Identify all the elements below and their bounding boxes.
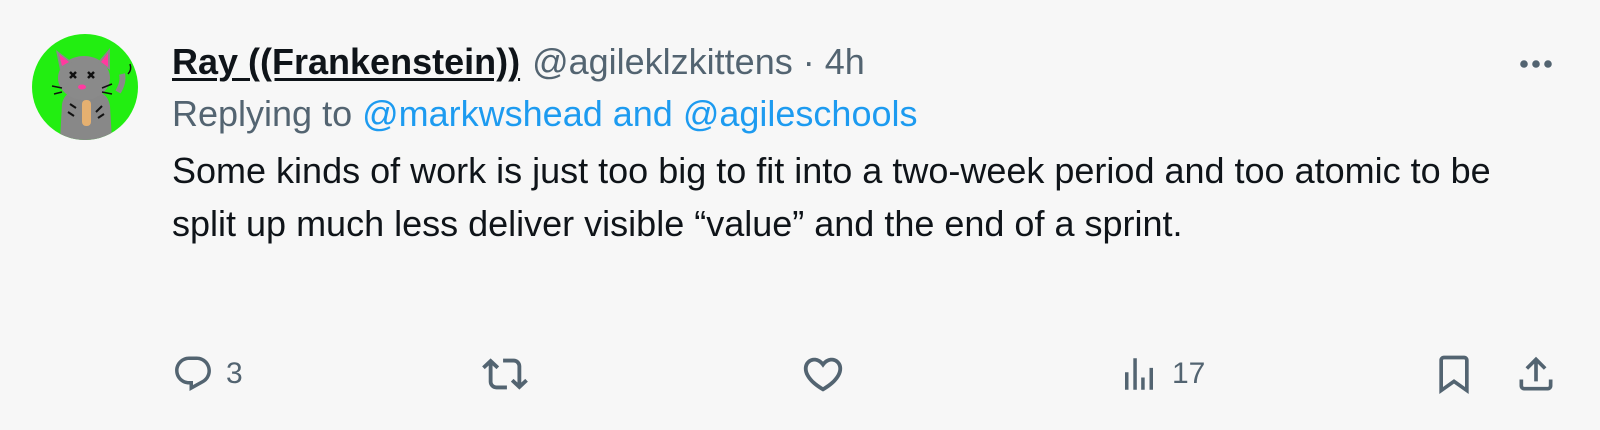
more-options-icon — [1520, 60, 1552, 68]
bookmark-button[interactable] — [1432, 350, 1476, 398]
share-button[interactable] — [1514, 350, 1558, 398]
heart-icon — [803, 357, 843, 392]
retweet-icon — [482, 358, 528, 390]
tweet-card[interactable]: Ray ((Frankenstein)) @agileklzkittens · … — [0, 0, 1600, 430]
more-options-button[interactable] — [1512, 44, 1560, 84]
reply-button[interactable]: 3 — [172, 350, 243, 398]
tweet-header: Ray ((Frankenstein)) @agileklzkittens · … — [172, 36, 1502, 88]
reply-count: 3 — [226, 357, 243, 390]
retweet-button[interactable] — [482, 350, 528, 398]
avatar[interactable] — [32, 34, 138, 140]
cat-avatar-icon — [32, 34, 138, 140]
reply-icon — [175, 356, 211, 391]
bookmark-icon — [1439, 355, 1469, 395]
timestamp[interactable]: 4h — [825, 36, 865, 88]
replying-to: Replying to @markwshead and @agileschool… — [172, 88, 1502, 140]
views-chart-icon — [1125, 358, 1153, 390]
share-icon — [1519, 356, 1553, 391]
mention-link[interactable]: @markwshead — [362, 93, 603, 134]
user-handle[interactable]: @agileklzkittens — [532, 36, 793, 88]
mention-link[interactable]: @agileschools — [683, 93, 918, 134]
tweet-content: Ray ((Frankenstein)) @agileklzkittens · … — [172, 36, 1502, 250]
like-button[interactable] — [800, 350, 846, 398]
replying-prefix: Replying to — [172, 93, 363, 134]
tweet-text: Some kinds of work is just too big to fi… — [172, 150, 1491, 244]
views-count: 17 — [1172, 357, 1206, 390]
mention-join[interactable]: and — [603, 93, 683, 134]
display-name[interactable]: Ray ((Frankenstein)) — [172, 36, 520, 88]
separator-dot: · — [802, 41, 815, 82]
views-button[interactable]: 17 — [1118, 350, 1205, 398]
